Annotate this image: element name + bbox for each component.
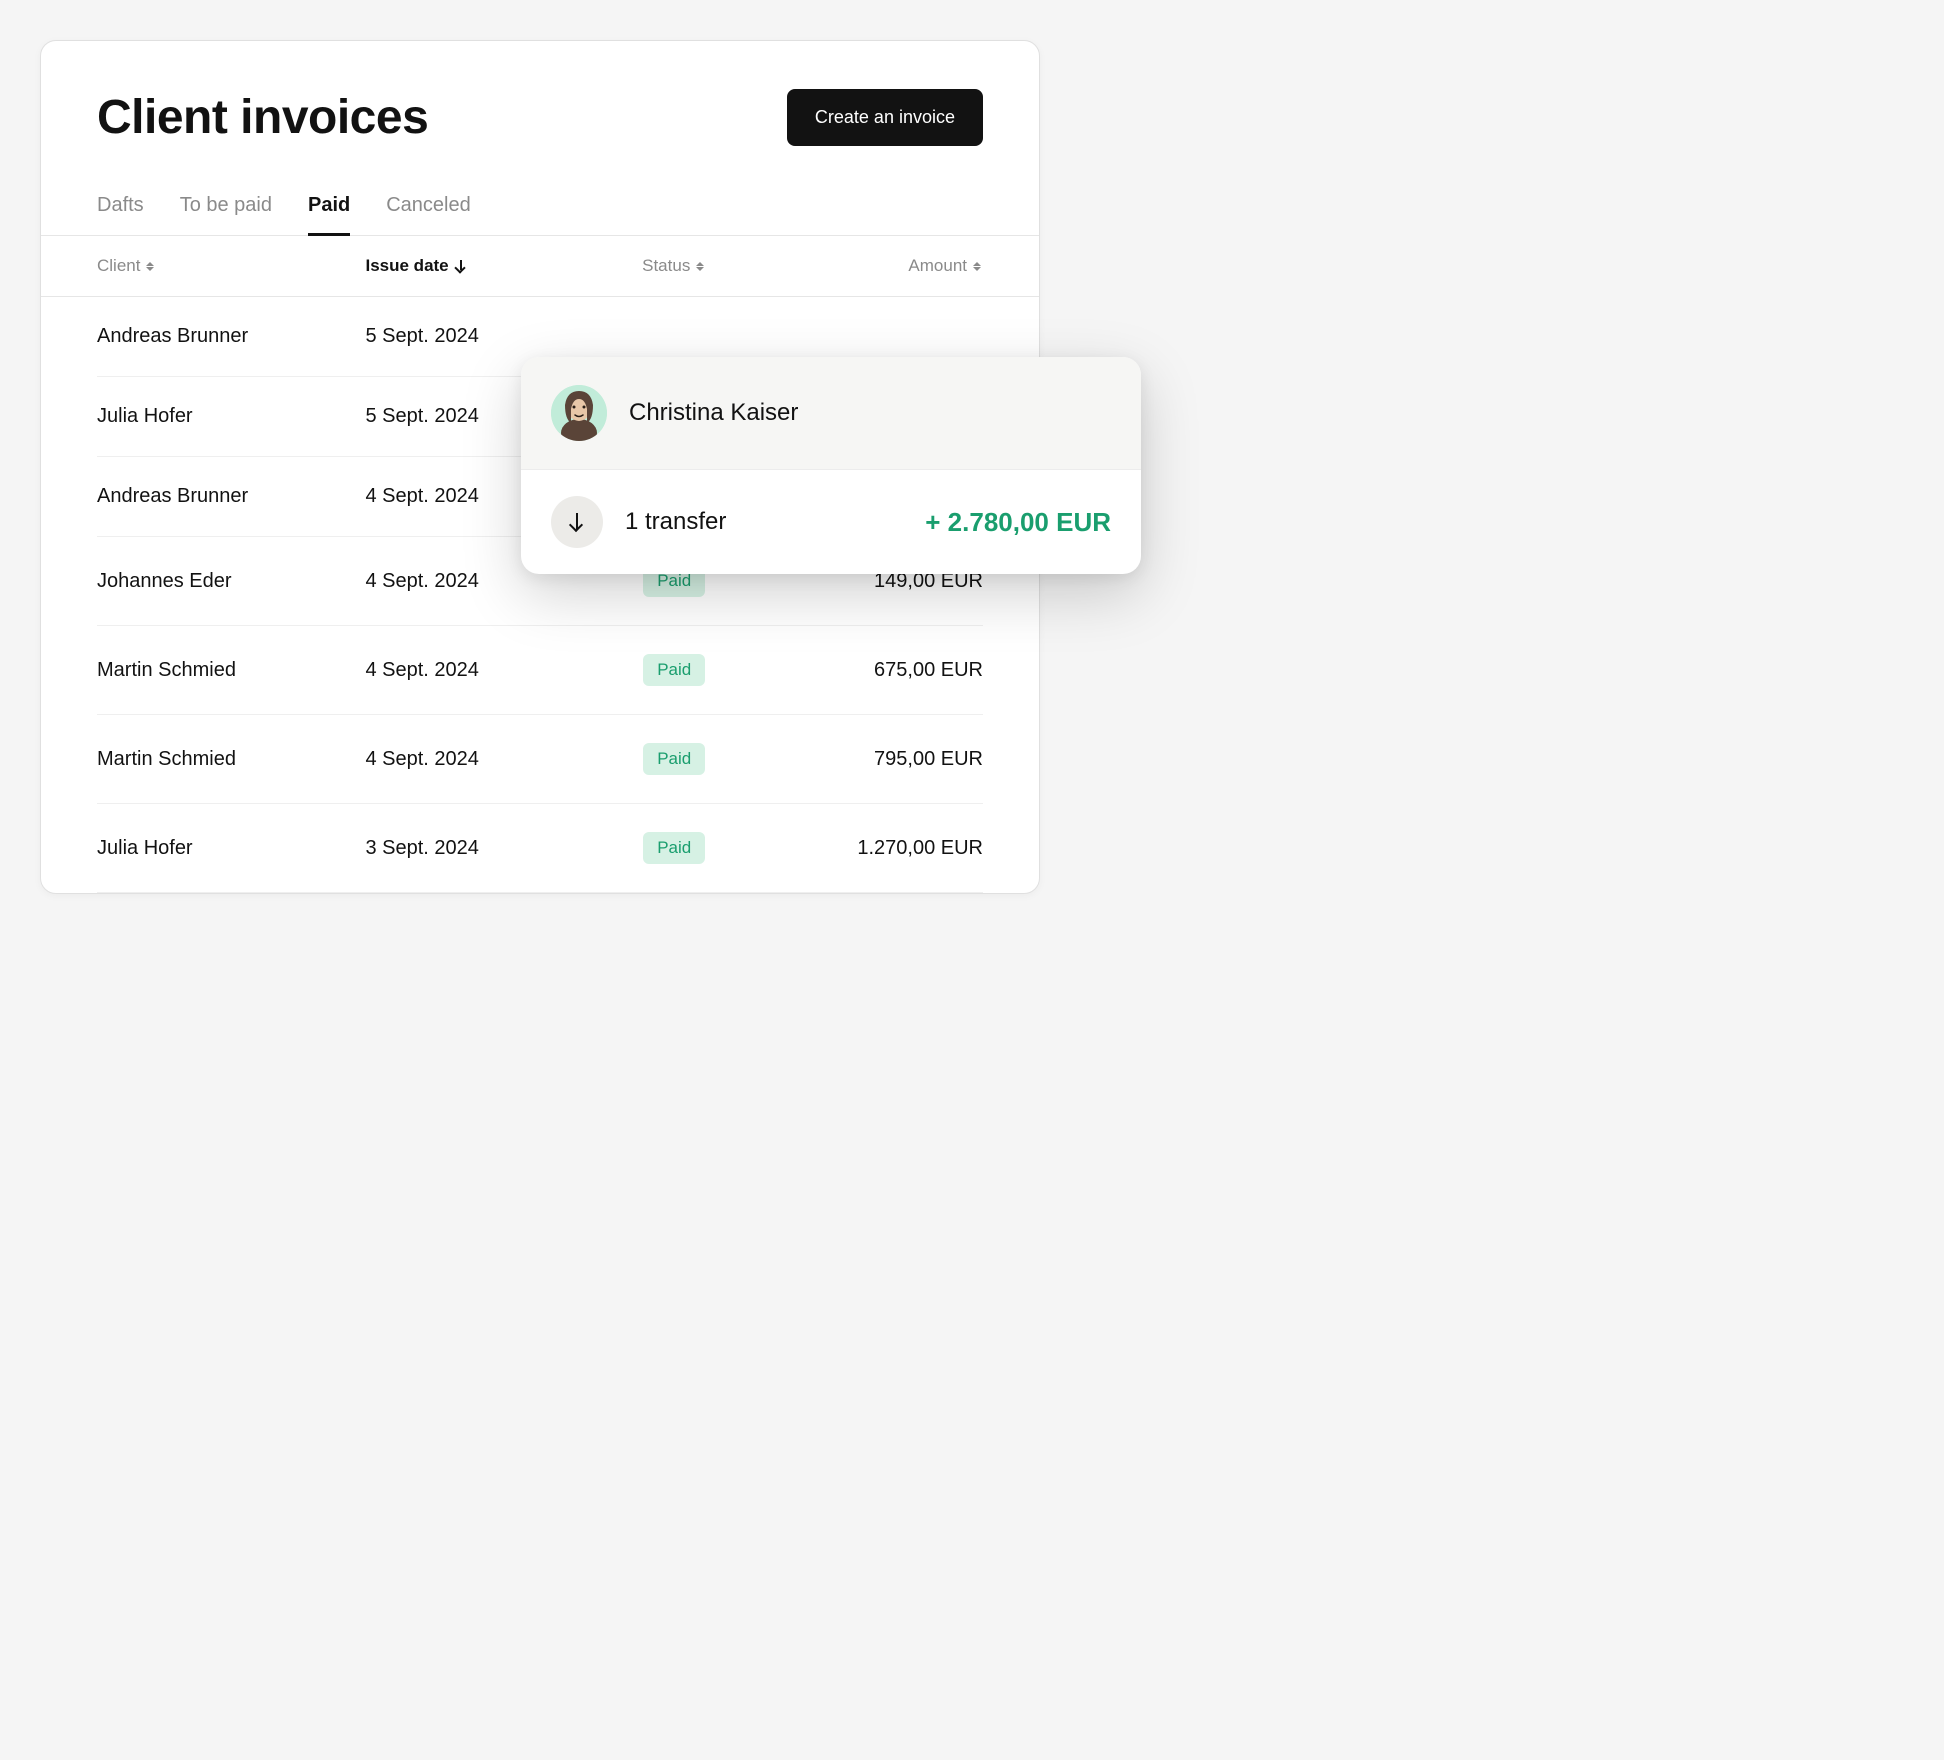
column-client[interactable]: Client — [97, 256, 365, 276]
popover-body[interactable]: 1 transfer + 2.780,00 EUR — [521, 470, 1141, 574]
popover-client-name: Christina Kaiser — [629, 399, 798, 427]
column-status-label: Status — [642, 256, 690, 276]
cell-client: Johannes Eder — [97, 570, 365, 593]
sort-icon — [973, 259, 983, 273]
column-issue-date[interactable]: Issue date — [365, 256, 580, 276]
avatar — [551, 385, 607, 441]
status-badge: Paid — [643, 654, 705, 686]
cell-client: Julia Hofer — [97, 837, 365, 860]
arrow-down-icon — [569, 513, 585, 531]
cell-amount: 795,00 EUR — [768, 748, 983, 771]
tabs: Dafts To be paid Paid Canceled — [41, 178, 1039, 236]
cell-date: 5 Sept. 2024 — [365, 325, 580, 348]
column-amount-label: Amount — [908, 256, 967, 276]
cell-date: 3 Sept. 2024 — [365, 837, 580, 860]
popover-header: Christina Kaiser — [521, 357, 1141, 470]
header: Client invoices Create an invoice — [41, 41, 1039, 178]
tab-paid[interactable]: Paid — [308, 178, 350, 236]
column-amount[interactable]: Amount — [768, 256, 983, 276]
cell-client: Andreas Brunner — [97, 485, 365, 508]
cell-date: 4 Sept. 2024 — [365, 659, 580, 682]
column-status[interactable]: Status — [580, 256, 768, 276]
table-header: Client Issue date Status Amount — [41, 236, 1039, 297]
cell-client: Martin Schmied — [97, 748, 365, 771]
cell-status: Paid — [580, 654, 768, 686]
cell-status: Paid — [580, 743, 768, 775]
cell-client: Andreas Brunner — [97, 325, 365, 348]
cell-date: 4 Sept. 2024 — [365, 748, 580, 771]
transfer-label: 1 transfer — [625, 508, 903, 536]
status-badge: Paid — [643, 832, 705, 864]
transfer-amount: + 2.780,00 EUR — [925, 507, 1111, 538]
cell-status: Paid — [580, 832, 768, 864]
cell-client: Julia Hofer — [97, 405, 365, 428]
create-invoice-button[interactable]: Create an invoice — [787, 89, 983, 146]
column-issue-date-label: Issue date — [365, 256, 448, 276]
table-row[interactable]: Martin Schmied 4 Sept. 2024 Paid 675,00 … — [97, 626, 983, 715]
sort-icon — [146, 259, 156, 273]
client-popover: Christina Kaiser 1 transfer + 2.780,00 E… — [521, 357, 1141, 574]
sort-icon — [696, 259, 706, 273]
cell-amount: 1.270,00 EUR — [768, 837, 983, 860]
page-title: Client invoices — [97, 90, 428, 145]
tab-to-be-paid[interactable]: To be paid — [180, 178, 272, 236]
status-badge: Paid — [643, 743, 705, 775]
arrow-down-icon — [455, 260, 467, 272]
tab-canceled[interactable]: Canceled — [386, 178, 471, 236]
column-client-label: Client — [97, 256, 140, 276]
table-row[interactable]: Martin Schmied 4 Sept. 2024 Paid 795,00 … — [97, 715, 983, 804]
cell-client: Martin Schmied — [97, 659, 365, 682]
invoices-window: Client invoices Create an invoice Dafts … — [40, 40, 1040, 894]
cell-amount: 675,00 EUR — [768, 659, 983, 682]
transfer-incoming-icon — [551, 496, 603, 548]
table-row[interactable]: Julia Hofer 3 Sept. 2024 Paid 1.270,00 E… — [97, 804, 983, 893]
tab-drafts[interactable]: Dafts — [97, 178, 144, 236]
